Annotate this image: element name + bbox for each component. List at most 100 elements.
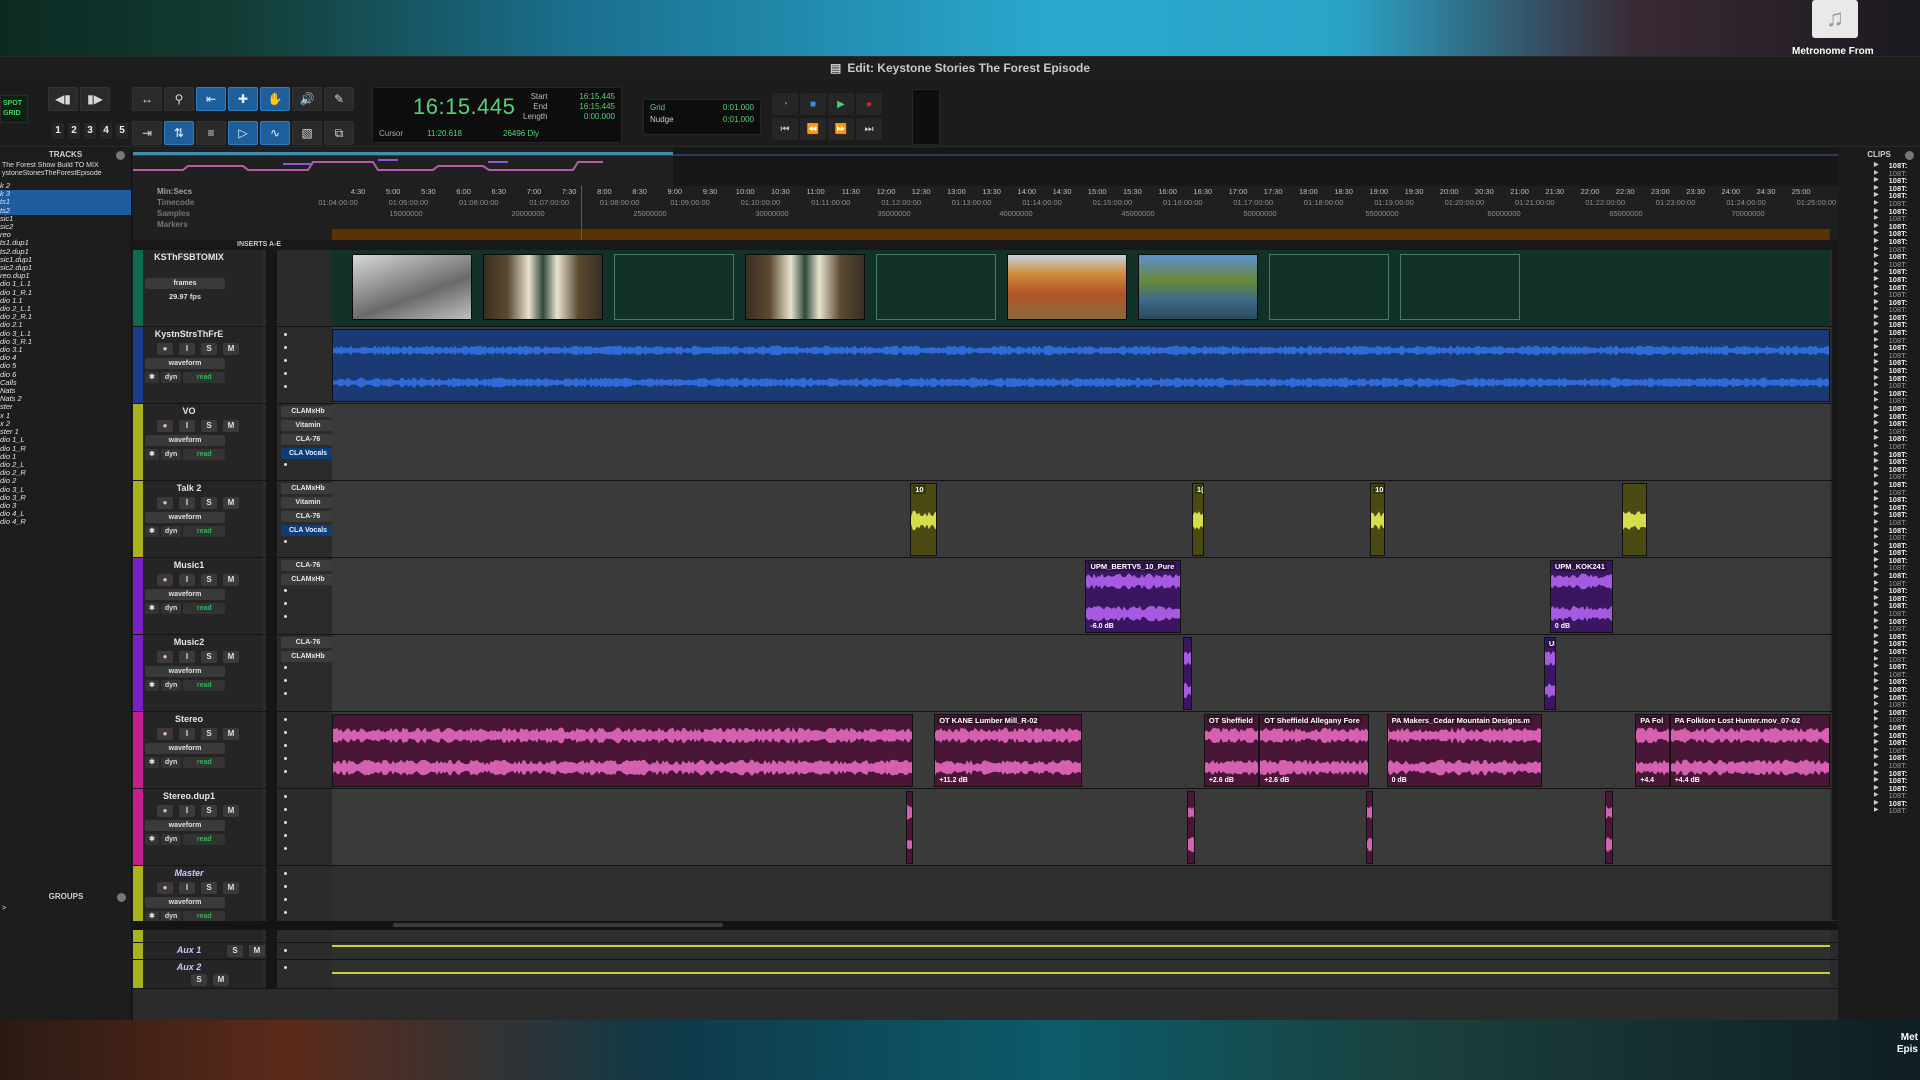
- record-button[interactable]: ●: [856, 93, 882, 115]
- clip-list-item[interactable]: ▶ 108T:: [1838, 587, 1920, 595]
- elastic-audio-icon[interactable]: ✱: [145, 449, 159, 460]
- expand-triangle-icon[interactable]: ▶: [1874, 359, 1879, 367]
- clip-gain-label[interactable]: 0 dB: [1555, 623, 1570, 630]
- expand-triangle-icon[interactable]: ▶: [1874, 663, 1879, 671]
- track-playlist-lane[interactable]: UPM_BERTV5_10_Pure -6.0 dB UPM_KOK241 0 dB: [332, 558, 1830, 634]
- dyn-button[interactable]: dyn: [160, 372, 182, 383]
- clip-list-item[interactable]: ▶ 108T:: [1838, 162, 1920, 170]
- pencil-tool-icon[interactable]: ✎: [324, 87, 354, 111]
- audio-clip[interactable]: OT Sheffield Allegany Fore +2.6 dB: [1259, 714, 1369, 787]
- expand-triangle-icon[interactable]: ▶: [1874, 511, 1879, 519]
- track-list-item[interactable]: dio 4: [0, 354, 131, 362]
- timebase-selector[interactable]: frames: [145, 278, 225, 289]
- expand-triangle-icon[interactable]: ▶: [1874, 405, 1879, 413]
- automation-mode-selector[interactable]: read: [183, 757, 226, 768]
- dyn-button[interactable]: dyn: [160, 834, 182, 845]
- audio-clip[interactable]: 10: [1370, 483, 1386, 556]
- clip-list-item[interactable]: ▶ 108T:: [1838, 633, 1920, 641]
- track-playlist-lane[interactable]: [332, 866, 1830, 942]
- clip-list-item[interactable]: ▶ 108T:: [1838, 245, 1920, 254]
- track-name[interactable]: Stereo: [147, 714, 231, 726]
- clip-list-item[interactable]: ▶ 108T:: [1838, 580, 1920, 588]
- empty-insert-slot[interactable]: [284, 731, 287, 734]
- expand-triangle-icon[interactable]: ▶: [1874, 549, 1879, 557]
- clip-list-item[interactable]: ▶ 108T:: [1838, 200, 1920, 208]
- track-view-selector[interactable]: waveform: [145, 358, 225, 369]
- mute-button[interactable]: M: [223, 651, 239, 663]
- expand-triangle-icon[interactable]: ▶: [1874, 435, 1879, 443]
- track-list-item[interactable]: Nats 2: [0, 395, 131, 403]
- clip-list-item[interactable]: ▶ 108T:: [1838, 337, 1920, 345]
- audio-clip[interactable]: UI: [1543, 637, 1556, 710]
- clip-list-item[interactable]: ▶ 108T:: [1838, 511, 1920, 519]
- clip-list-item[interactable]: ▶ 108T:: [1838, 375, 1920, 383]
- track-list-item[interactable]: dio 2_R: [0, 468, 131, 477]
- trim-tool-icon[interactable]: ⇤: [196, 87, 226, 111]
- expand-triangle-icon[interactable]: ▶: [1874, 276, 1879, 284]
- expand-triangle-icon[interactable]: ▶: [1874, 306, 1879, 314]
- zoom-preset-4[interactable]: 4: [100, 123, 112, 139]
- zoom-out-audio-icon[interactable]: ◀▮: [48, 87, 78, 111]
- clip-list-item[interactable]: ▶ 108T:: [1838, 655, 1920, 664]
- solo-button[interactable]: S: [227, 945, 243, 957]
- track-view-selector[interactable]: waveform: [145, 743, 225, 754]
- track-list-item[interactable]: sic2: [0, 222, 131, 231]
- audio-clip[interactable]: [905, 791, 914, 864]
- dyn-button[interactable]: dyn: [160, 757, 182, 768]
- clip-list-item[interactable]: ▶ 108T:: [1838, 223, 1920, 231]
- solo-button[interactable]: S: [201, 574, 217, 586]
- track-view-selector[interactable]: waveform: [145, 666, 225, 677]
- track-list-item[interactable]: x 1: [0, 411, 131, 420]
- track-view-selector[interactable]: waveform: [145, 897, 225, 908]
- insert-plugin[interactable]: CLAMxHb: [281, 406, 335, 417]
- groups-list-item[interactable]: >: [2, 903, 6, 912]
- clip-list-item[interactable]: ▶ 108T:: [1838, 185, 1920, 193]
- insert-plugin[interactable]: CLAMxHb: [281, 651, 335, 662]
- clip-list-item[interactable]: ▶ 108T:: [1838, 473, 1920, 481]
- clip-list-item[interactable]: ▶ 108T:: [1838, 777, 1920, 785]
- nudge-label[interactable]: Nudge: [650, 115, 674, 124]
- mirror-midi-icon[interactable]: ▧: [292, 121, 322, 145]
- track-playlist-lane[interactable]: [332, 960, 1830, 988]
- ruler-timecode-label[interactable]: Timecode: [157, 198, 194, 207]
- clip-list-item[interactable]: ▶ 108T:: [1838, 716, 1920, 724]
- empty-insert-slot[interactable]: [284, 372, 287, 375]
- nudge-value[interactable]: 0:01.000: [723, 115, 754, 124]
- expand-triangle-icon[interactable]: ▶: [1874, 238, 1879, 246]
- zoomer-tool-icon[interactable]: ⚲: [164, 87, 194, 111]
- empty-insert-slot[interactable]: [284, 821, 287, 824]
- expand-triangle-icon[interactable]: ▶: [1874, 466, 1879, 474]
- automation-mode-selector[interactable]: read: [183, 449, 226, 460]
- mute-button[interactable]: M: [223, 728, 239, 740]
- expand-triangle-icon[interactable]: ▶: [1874, 230, 1879, 238]
- layered-editing-icon[interactable]: ⧉: [324, 121, 354, 145]
- clip-list-item[interactable]: ▶ 108T:: [1838, 800, 1920, 808]
- ruler-samples-label[interactable]: Samples: [157, 209, 190, 218]
- empty-insert-slot[interactable]: [284, 346, 287, 349]
- video-frame-thumbnail-man-interview[interactable]: [483, 254, 603, 320]
- track-list-item[interactable]: k 3: [0, 189, 131, 199]
- clip-list-item[interactable]: ▶ 108T:: [1838, 412, 1920, 421]
- rewind-button[interactable]: ⏪: [800, 118, 826, 140]
- expand-triangle-icon[interactable]: ▶: [1874, 739, 1879, 747]
- track-playlist-lane[interactable]: [332, 327, 1830, 403]
- video-frame-thumbnail-photo-bw-group[interactable]: [352, 254, 472, 320]
- expand-triangle-icon[interactable]: ▶: [1874, 473, 1879, 481]
- expand-triangle-icon[interactable]: ▶: [1874, 785, 1879, 793]
- clip-list-item[interactable]: ▶ 108T:: [1838, 534, 1920, 542]
- expand-triangle-icon[interactable]: ▶: [1874, 640, 1879, 648]
- clip-gain-label[interactable]: +4.4 dB: [1675, 777, 1700, 784]
- selector-tool-icon[interactable]: ✚: [228, 87, 258, 111]
- expand-triangle-icon[interactable]: ▶: [1874, 397, 1879, 405]
- clip-list-item[interactable]: ▶ 108T:: [1838, 610, 1920, 618]
- audio-clip[interactable]: [332, 329, 1830, 402]
- elastic-audio-icon[interactable]: ✱: [145, 372, 159, 383]
- track-view-selector[interactable]: waveform: [145, 589, 225, 600]
- end-value[interactable]: 16:15.445: [579, 102, 615, 112]
- grabber-tool-icon[interactable]: ✋: [260, 87, 290, 111]
- expand-triangle-icon[interactable]: ▶: [1874, 534, 1879, 542]
- expand-triangle-icon[interactable]: ▶: [1874, 724, 1879, 732]
- expand-triangle-icon[interactable]: ▶: [1874, 572, 1879, 580]
- expand-triangle-icon[interactable]: ▶: [1874, 192, 1879, 200]
- edit-mode-selector[interactable]: SPOT GRID: [0, 95, 28, 123]
